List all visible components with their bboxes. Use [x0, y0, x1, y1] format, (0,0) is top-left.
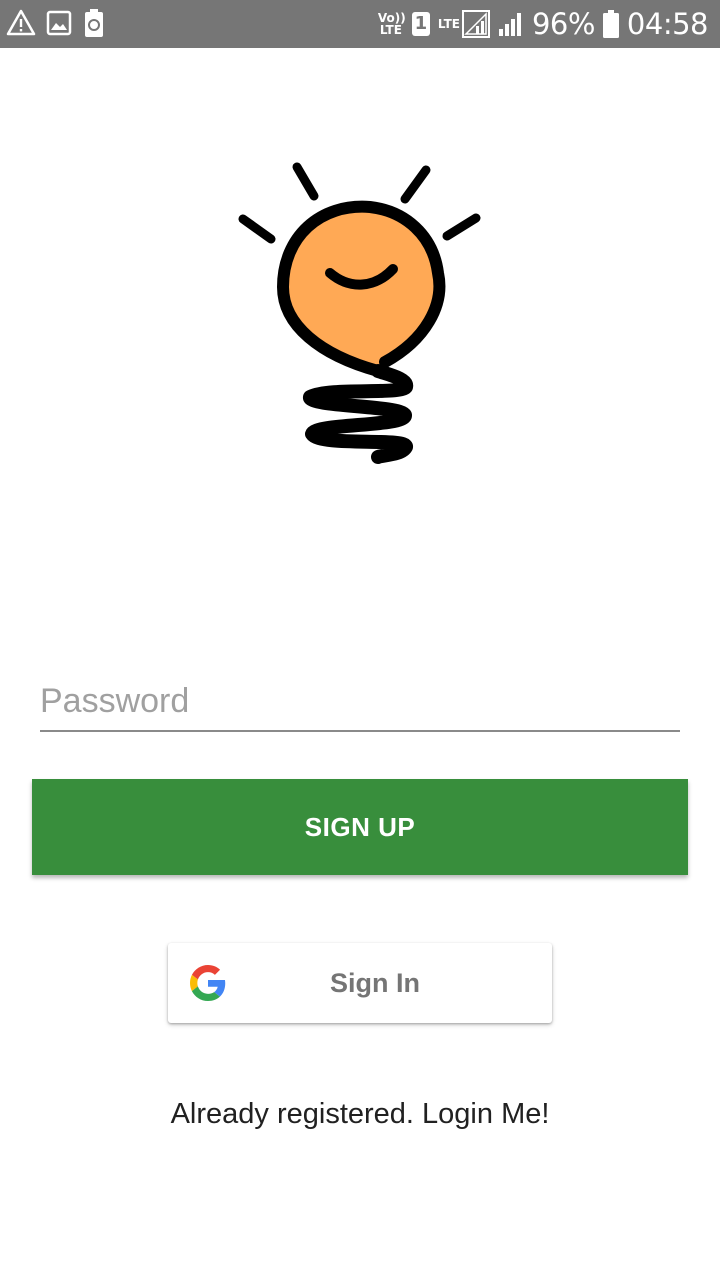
- clock: 04:58: [626, 7, 709, 41]
- password-input[interactable]: [40, 672, 680, 732]
- sim-slot-indicator: 1: [411, 12, 430, 36]
- warning-icon: [6, 9, 36, 36]
- signal-strength-icon: [461, 10, 490, 38]
- signup-button[interactable]: SIGN UP: [32, 779, 688, 875]
- google-signin-label: Sign In: [330, 968, 420, 998]
- login-link[interactable]: Already registered. Login Me!: [0, 1098, 720, 1131]
- lightbulb-icon: [238, 162, 481, 464]
- battery-percent: 96%: [531, 7, 595, 41]
- image-icon: [46, 10, 72, 36]
- google-icon: [190, 965, 226, 1001]
- battery-icon: [602, 10, 619, 38]
- lte-label: LTE: [437, 17, 460, 31]
- google-signin-button[interactable]: Sign In: [168, 943, 552, 1023]
- lte-signal: LTE: [438, 10, 490, 38]
- signal-bars-icon: [498, 13, 521, 36]
- volte-indicator: Vo)) LTE: [377, 11, 406, 37]
- status-bar: Vo)) LTE 1 LTE 96% 04:58: [0, 0, 720, 48]
- battery-saver-icon: [85, 9, 103, 37]
